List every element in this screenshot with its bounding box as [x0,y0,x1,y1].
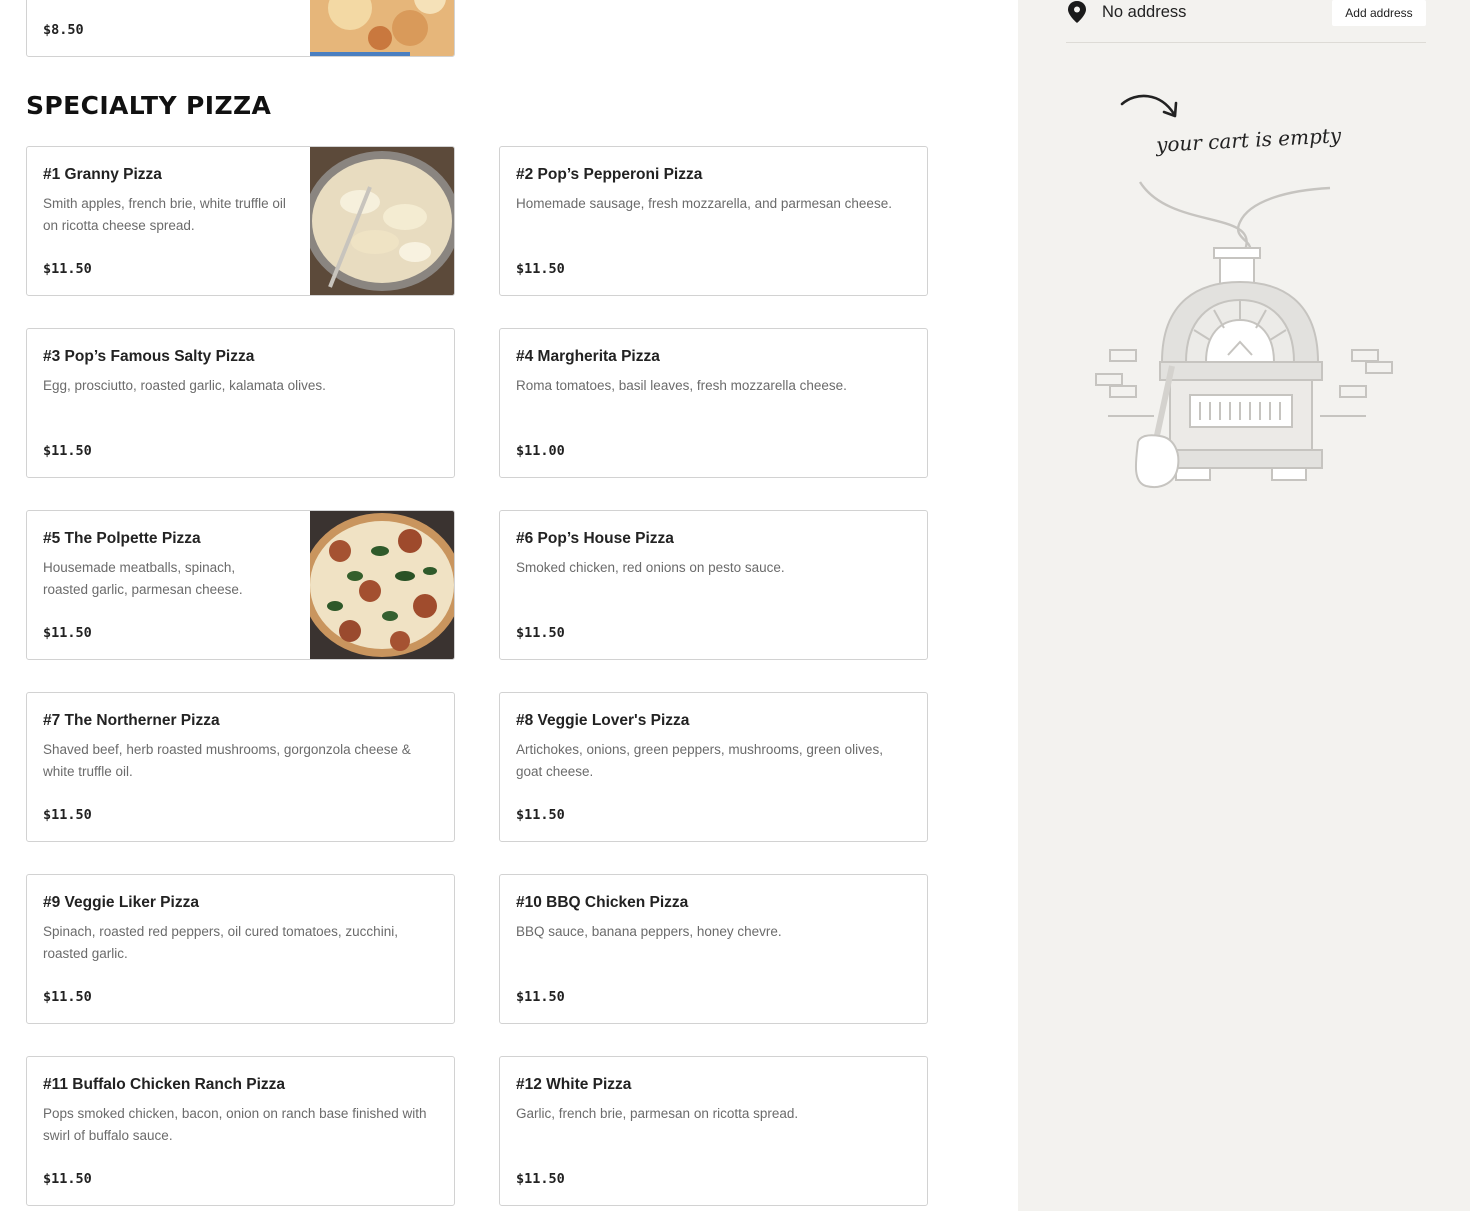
item-price: $11.50 [516,261,565,277]
item-price: $11.00 [516,443,565,459]
item-price: $11.50 [43,261,92,277]
pizza-photo [310,147,454,295]
menu-item-card[interactable]: #6 Pop’s House Pizza Smoked chicken, red… [499,510,928,660]
item-name: #8 Veggie Lover's Pizza [516,712,690,729]
item-description: Roma tomatoes, basil leaves, fresh mozza… [516,378,847,393]
item-description: Garlic, french brie, parmesan on ricotta… [516,1106,799,1121]
item-price: $11.50 [516,625,565,641]
location-pin-icon [1068,1,1086,23]
item-name: #7 The Northerner Pizza [43,712,220,729]
menu-item-card[interactable]: #5 The Polpette Pizza Housemade meatball… [26,510,455,660]
add-address-button[interactable]: Add address [1332,0,1426,26]
item-name: #9 Veggie Liker Pizza [43,894,199,911]
menu-item-card[interactable]: #11 Buffalo Chicken Ranch Pizza Pops smo… [26,1056,455,1206]
pizza-oven-illustration [1095,181,1393,488]
item-name: #1 Granny Pizza [43,166,162,183]
menu-item-card[interactable]: #7 The Northerner Pizza Shaved beef, her… [26,692,455,842]
item-description: Shaved beef, herb roasted mushrooms, gor… [43,742,411,779]
menu-item-card[interactable]: $8.50 [26,0,455,57]
item-description: Artichokes, onions, green peppers, mushr… [516,742,883,779]
item-name: #4 Margherita Pizza [516,348,660,365]
item-price: $11.50 [516,807,565,823]
item-name: #10 BBQ Chicken Pizza [516,894,689,911]
menu-panel: $8.50 SPECIALTY PIZZA #1 Granny Pizza Sm… [0,0,1018,1211]
address-text: No address [1102,3,1187,21]
item-description: Pops smoked chicken, bacon, onion on ran… [43,1106,427,1143]
menu-item-card[interactable]: #4 Margherita Pizza Roma tomatoes, basil… [499,328,928,478]
item-price: $11.50 [43,1171,92,1187]
menu-item-card[interactable]: #2 Pop’s Pepperoni Pizza Homemade sausag… [499,146,928,296]
item-price: $11.50 [516,1171,565,1187]
empty-cart-text: your cart is empty [1155,123,1342,157]
menu-item-card[interactable]: #12 White Pizza Garlic, french brie, par… [499,1056,928,1206]
menu-item-card[interactable]: #8 Veggie Lover's Pizza Artichokes, onio… [499,692,928,842]
item-name: #12 White Pizza [516,1076,632,1093]
item-price: $11.50 [43,807,92,823]
pizza-photo [310,0,454,56]
menu-item-card[interactable]: #9 Veggie Liker Pizza Spinach, roasted r… [26,874,455,1024]
item-name: #5 The Polpette Pizza [43,530,201,547]
item-description: Homemade sausage, fresh mozzarella, and … [516,196,892,211]
item-description: BBQ sauce, banana peppers, honey chevre. [516,924,782,939]
item-price: $11.50 [516,989,565,1005]
item-description: Housemade meatballs, spinach, roasted ga… [43,560,243,597]
item-price: $11.50 [43,443,92,459]
item-name: #11 Buffalo Chicken Ranch Pizza [43,1076,286,1093]
item-name: #3 Pop’s Famous Salty Pizza [43,348,255,365]
item-description: Smith apples, french brie, white truffle… [43,196,286,233]
cart-sidebar: No address Add address your cart is empt… [1018,0,1470,1211]
item-name: #2 Pop’s Pepperoni Pizza [516,166,703,183]
pizza-photo [310,511,454,659]
item-price: $11.50 [43,625,92,641]
menu-item-card[interactable]: #3 Pop’s Famous Salty Pizza Egg, prosciu… [26,328,455,478]
item-price: $11.50 [43,989,92,1005]
menu-item-card[interactable]: #1 Granny Pizza Smith apples, french bri… [26,146,455,296]
item-price: $8.50 [43,22,84,38]
item-description: Egg, prosciutto, roasted garlic, kalamat… [43,378,326,393]
section-title: SPECIALTY PIZZA [26,91,272,120]
curved-arrow-icon [1120,94,1178,118]
item-description: Smoked chicken, red onions on pesto sauc… [516,560,785,575]
menu-item-card[interactable]: #10 BBQ Chicken Pizza BBQ sauce, banana … [499,874,928,1024]
item-name: #6 Pop’s House Pizza [516,530,674,547]
item-description: Spinach, roasted red peppers, oil cured … [43,924,398,961]
delivery-address-row: No address Add address [1066,0,1426,43]
